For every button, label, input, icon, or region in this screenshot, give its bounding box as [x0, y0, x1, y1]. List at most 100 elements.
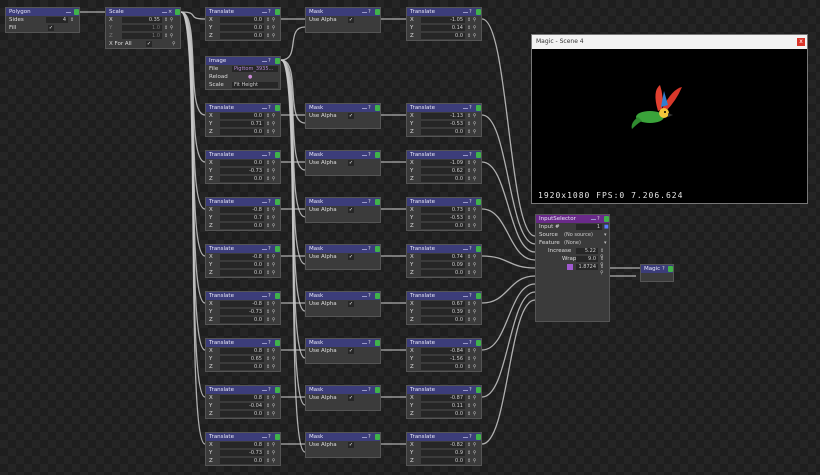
preview-window[interactable]: Magic - Scene 4 x 1920x1080 FPS:0 7.206.… [531, 34, 808, 204]
power-icon[interactable] [275, 199, 280, 205]
help-icon[interactable]: ? [368, 340, 373, 346]
help-icon[interactable]: ? [469, 434, 474, 440]
stepper-icon[interactable]: ⇕ ⚲ [266, 33, 275, 39]
stepper-icon[interactable]: ⇕ ⚲ [467, 270, 476, 276]
power-icon[interactable] [74, 9, 79, 15]
node-header[interactable]: Polygon [6, 8, 79, 16]
stepper-icon[interactable]: ⇕ ⚲ [266, 317, 275, 323]
z-field[interactable]: 0.0 [421, 223, 465, 229]
translate-node[interactable]: Translate ? X 0.0 ⇕ ⚲ Y -0.73 ⇕ ⚲ Z 0.0 ⇕ … [205, 150, 281, 184]
node-header[interactable]: Mask ? [306, 104, 380, 112]
node-header[interactable]: Mask ? [306, 245, 380, 253]
stepper-icon[interactable]: ⇕ ⚲ [467, 33, 476, 39]
y-field[interactable]: 0.09 [421, 262, 465, 268]
y-field[interactable]: -0.53 [421, 215, 465, 221]
y-field[interactable]: 0.62 [421, 168, 465, 174]
x-field[interactable]: -0.82 [421, 442, 465, 448]
translate-node[interactable]: Translate ? X 0.73 ⇕ ⚲ Y -0.53 ⇕ ⚲ Z 0.0 ⇕… [406, 197, 482, 231]
x-field[interactable]: 0.0 [220, 113, 264, 119]
mask-node[interactable]: Mask ? Use Alpha ✓ [305, 291, 381, 317]
use-alpha-checkbox[interactable]: ✓ [348, 395, 354, 401]
minimize-icon[interactable] [262, 202, 267, 203]
stepper-icon[interactable]: ⇕ ⚲ [266, 356, 275, 362]
stepper-icon[interactable]: ⇕ ⚲ [266, 17, 275, 23]
use-alpha-checkbox[interactable]: ✓ [348, 348, 354, 354]
power-icon[interactable] [275, 340, 280, 346]
stepper-icon[interactable]: ⇕ ⚲ [164, 33, 173, 39]
window-titlebar[interactable]: Magic - Scene 4 x [532, 35, 807, 49]
file-field[interactable]: Pigttom_3935... [232, 66, 278, 72]
scale-node[interactable]: Scale × X 0.35 ⇕ ⚲ Y 1.0 ⇕ ⚲ Z 1.0 ⇕ ⚲ X… [105, 7, 181, 49]
node-header[interactable]: Translate ? [407, 339, 481, 347]
reload-icon[interactable]: ● [248, 74, 252, 80]
minimize-icon[interactable] [362, 296, 367, 297]
help-icon[interactable]: ? [469, 152, 474, 158]
help-icon[interactable]: ? [268, 340, 273, 346]
y-field[interactable]: 0.7 [220, 215, 264, 221]
node-header[interactable]: Translate ? [407, 8, 481, 16]
minimize-icon[interactable] [362, 437, 367, 438]
wrap-field[interactable]: 9.0 [576, 256, 598, 262]
node-header[interactable]: Mask ? [306, 198, 380, 206]
translate-node[interactable]: Translate ? X 0.74 ⇕ ⚲ Y 0.09 ⇕ ⚲ Z 0.0 ⇕ … [406, 244, 482, 278]
stepper-icon[interactable]: ⇕ ⚲ [266, 254, 275, 260]
stepper-icon[interactable]: ⇕ ⚲ [467, 317, 476, 323]
stepper-icon[interactable]: ⇕ ⚲ [467, 411, 476, 417]
scale-select[interactable]: Fit Height [232, 82, 278, 88]
power-icon[interactable] [275, 9, 280, 15]
node-header[interactable]: Translate ? [407, 433, 481, 441]
stepper-icon[interactable]: ⇕ ⚲ [467, 450, 476, 456]
x-field[interactable]: 0.8 [220, 442, 264, 448]
stepper-icon[interactable]: ⇕ ⚲ [266, 442, 275, 448]
mask-node[interactable]: Mask ? Use Alpha ✓ [305, 197, 381, 223]
node-header[interactable]: Translate ? [407, 292, 481, 300]
stepper-icon[interactable]: ⇕ ⚲ [467, 442, 476, 448]
x-field[interactable]: -0.8 [220, 207, 264, 213]
node-header[interactable]: Mask ? [306, 151, 380, 159]
extra-checkbox[interactable] [567, 264, 573, 270]
image-node[interactable]: Image ? File Pigttom_3935... Reload ● Sc… [205, 56, 281, 90]
stepper-icon[interactable]: ⇕ ⚲ [467, 395, 476, 401]
input-field[interactable]: 1 [576, 224, 602, 230]
z-field[interactable]: 0.0 [220, 411, 264, 417]
y-field[interactable]: 0.71 [220, 121, 264, 127]
stepper-icon[interactable]: ⇕ ⚲ [467, 17, 476, 23]
use-alpha-checkbox[interactable]: ✓ [348, 160, 354, 166]
power-icon[interactable] [275, 105, 280, 111]
use-alpha-checkbox[interactable]: ✓ [348, 17, 354, 23]
power-icon[interactable] [375, 9, 380, 15]
stepper-icon[interactable]: ⇕ ⚲ [266, 129, 275, 135]
power-icon[interactable] [275, 246, 280, 252]
stepper-icon[interactable]: ⇕ ⚲ [266, 450, 275, 456]
node-header[interactable]: Translate ? [206, 433, 280, 441]
z-field[interactable]: 0.0 [220, 458, 264, 464]
help-icon[interactable]: ? [368, 105, 373, 111]
node-header[interactable]: Translate ? [206, 339, 280, 347]
stepper-icon[interactable]: ⇕ ⚲ [266, 168, 275, 174]
z-field[interactable]: 0.0 [220, 176, 264, 182]
stepper-icon[interactable]: ⇕ ⚲ [467, 348, 476, 354]
minimize-icon[interactable] [463, 202, 468, 203]
fill-checkbox[interactable]: ✓ [48, 25, 54, 31]
stepper-icon[interactable]: ⇕ ⚲ [467, 262, 476, 268]
stepper-icon[interactable]: ⇕ ⚲ [467, 215, 476, 221]
power-icon[interactable] [668, 266, 673, 272]
power-icon[interactable] [275, 434, 280, 440]
x-field[interactable]: 0.8 [220, 395, 264, 401]
minimize-icon[interactable] [463, 390, 468, 391]
node-header[interactable]: Translate ? [206, 104, 280, 112]
power-icon[interactable] [175, 9, 180, 15]
stepper-icon[interactable]: ⇕ ⚲ [266, 270, 275, 276]
z-field[interactable]: 0.0 [220, 33, 264, 39]
translate-node[interactable]: Translate ? X -0.87 ⇕ ⚲ Y 0.11 ⇕ ⚲ Z 0.0 ⇕… [406, 385, 482, 419]
node-header[interactable]: Translate ? [206, 8, 280, 16]
use-alpha-checkbox[interactable]: ✓ [348, 113, 354, 119]
help-icon[interactable]: ? [268, 9, 273, 15]
feature-select[interactable]: (None) [562, 240, 602, 246]
node-header[interactable]: Translate ? [206, 292, 280, 300]
use-alpha-checkbox[interactable]: ✓ [348, 207, 354, 213]
minimize-icon[interactable] [262, 343, 267, 344]
minimize-icon[interactable] [262, 61, 267, 62]
minimize-icon[interactable] [362, 249, 367, 250]
z-field[interactable]: 0.0 [421, 176, 465, 182]
